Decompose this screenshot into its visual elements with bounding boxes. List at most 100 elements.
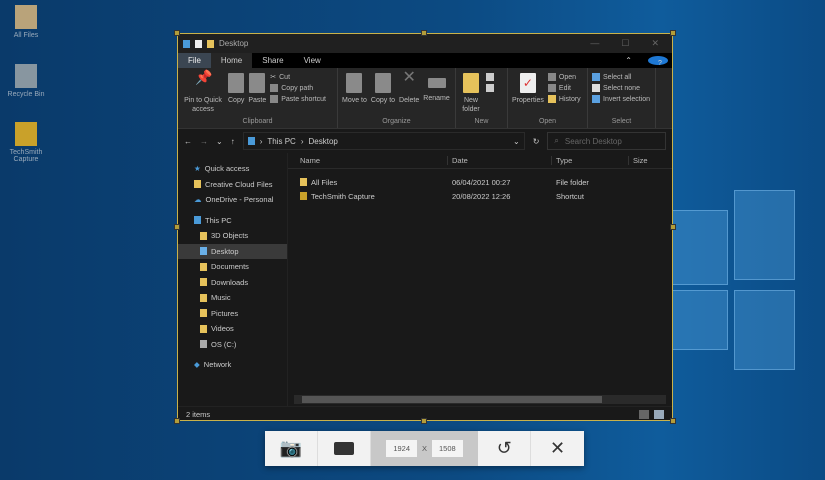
width-input[interactable]: 1924 xyxy=(386,440,417,457)
nav-creative-cloud[interactable]: Creative Cloud Files xyxy=(178,177,287,193)
nav-music[interactable]: Music xyxy=(178,290,287,306)
cancel-button[interactable]: ✕ xyxy=(531,431,584,466)
history-button[interactable]: History xyxy=(548,95,581,103)
nav-this-pc[interactable]: This PC xyxy=(178,213,287,229)
video-button[interactable] xyxy=(318,431,371,466)
open-icon xyxy=(548,73,556,81)
maximize-button[interactable]: ☐ xyxy=(621,38,629,49)
edit-icon xyxy=(548,84,556,92)
details-view-button[interactable] xyxy=(639,410,649,419)
tab-file[interactable]: File xyxy=(178,53,211,68)
techsmith-icon xyxy=(300,192,307,200)
scroll-thumb[interactable] xyxy=(302,396,602,403)
tab-home[interactable]: Home xyxy=(211,53,252,68)
paste-button[interactable]: Paste xyxy=(248,71,266,118)
horizontal-scrollbar[interactable] xyxy=(294,395,666,404)
rename-button[interactable]: Rename xyxy=(423,71,449,118)
group-label-clipboard: Clipboard xyxy=(182,118,333,128)
nav-desktop[interactable]: Desktop xyxy=(178,244,287,260)
forward-button[interactable]: → xyxy=(200,137,208,146)
folder-icon xyxy=(200,232,207,240)
copy-icon xyxy=(228,73,244,93)
nav-quick-access[interactable]: ★Quick access xyxy=(178,161,287,177)
tab-view[interactable]: View xyxy=(294,53,331,68)
copy-button[interactable]: Copy xyxy=(228,71,244,118)
nav-downloads[interactable]: Downloads xyxy=(178,275,287,291)
nav-pictures[interactable]: Pictures xyxy=(178,306,287,322)
up-button[interactable]: ↑ xyxy=(231,137,235,146)
new-folder-button[interactable]: New folder xyxy=(460,71,482,118)
folder-icon xyxy=(200,278,207,286)
breadcrumb-this-pc[interactable]: This PC xyxy=(267,137,295,146)
recycle-bin-icon xyxy=(15,64,37,88)
copy-to-button[interactable]: Copy to xyxy=(371,71,395,118)
nav-onedrive[interactable]: ☁OneDrive - Personal xyxy=(178,192,287,208)
delete-button[interactable]: ✕Delete xyxy=(399,71,419,118)
recent-dropdown[interactable]: ⌄ xyxy=(216,137,223,146)
nav-os-c[interactable]: OS (C:) xyxy=(178,337,287,353)
folder-icon xyxy=(200,263,207,271)
nav-documents[interactable]: Documents xyxy=(178,259,287,275)
techsmith-icon xyxy=(15,122,37,146)
desktop-icon-recycle-bin[interactable]: Recycle Bin xyxy=(6,64,46,98)
explorer-window: Desktop — ☐ ✕ File Home Share View ⌃? 📌Pin… xyxy=(177,33,673,421)
easy-access-icon xyxy=(486,84,494,92)
star-icon: ★ xyxy=(194,164,201,173)
nav-videos[interactable]: Videos xyxy=(178,321,287,337)
search-input[interactable]: ⌕Search Desktop xyxy=(547,132,666,150)
this-pc-icon xyxy=(248,137,255,145)
paste-shortcut-button[interactable]: Paste shortcut xyxy=(270,95,326,103)
refresh-button[interactable]: ↻ xyxy=(533,137,540,146)
file-row[interactable]: All Files06/04/2021 00:27File folder xyxy=(288,175,672,189)
pin-quick-access-button[interactable]: 📌Pin to Quick access xyxy=(182,71,224,118)
select-all-button[interactable]: Select all xyxy=(592,73,650,81)
folder-icon xyxy=(200,294,207,302)
move-to-button[interactable]: Move to xyxy=(342,71,367,118)
back-button[interactable]: ← xyxy=(184,137,192,146)
screenshot-button[interactable]: 📷 xyxy=(265,431,318,466)
address-bar[interactable]: › This PC› Desktop ⌄ xyxy=(243,132,525,150)
properties-button[interactable]: ✓Properties xyxy=(512,71,544,118)
reset-button[interactable]: ↺ xyxy=(478,431,531,466)
select-none-button[interactable]: Select none xyxy=(592,84,650,92)
group-label-new: New xyxy=(460,118,503,128)
address-dropdown-icon[interactable]: ⌄ xyxy=(513,137,520,146)
desktop-icon-techsmith[interactable]: TechSmith Capture xyxy=(6,122,46,163)
edit-button[interactable]: Edit xyxy=(548,84,581,92)
tab-share[interactable]: Share xyxy=(252,53,293,68)
height-input[interactable]: 1508 xyxy=(432,440,463,457)
open-button[interactable]: Open xyxy=(548,73,581,81)
breadcrumb-desktop[interactable]: Desktop xyxy=(309,137,338,146)
rename-icon xyxy=(428,78,446,88)
pin-icon: 📌 xyxy=(195,73,211,93)
group-label-open: Open xyxy=(512,118,583,128)
file-row[interactable]: TechSmith Capture20/08/2022 12:26Shortcu… xyxy=(288,189,672,203)
collapse-ribbon-icon[interactable]: ⌃ xyxy=(615,53,642,68)
desktop-icon-all-files[interactable]: All Files xyxy=(6,5,46,39)
explorer-icon xyxy=(183,40,190,48)
easy-access-button[interactable] xyxy=(486,84,494,92)
camera-icon: 📷 xyxy=(280,438,302,459)
close-button[interactable]: ✕ xyxy=(651,38,659,49)
folder-icon xyxy=(200,325,207,333)
nav-network[interactable]: ◆Network xyxy=(178,357,287,373)
properties-qa-icon[interactable] xyxy=(195,40,202,48)
nav-3d-objects[interactable]: 3D Objects xyxy=(178,228,287,244)
new-item-button[interactable] xyxy=(486,73,494,81)
minimize-button[interactable]: — xyxy=(590,38,599,49)
undo-icon: ↺ xyxy=(497,438,512,459)
help-icon[interactable]: ? xyxy=(648,56,668,65)
new-folder-qa-icon[interactable] xyxy=(207,40,214,48)
pc-icon xyxy=(194,216,201,224)
large-icons-view-button[interactable] xyxy=(654,410,664,419)
close-icon: ✕ xyxy=(550,438,565,459)
invert-selection-button[interactable]: Invert selection xyxy=(592,95,650,103)
column-date[interactable]: Date xyxy=(448,156,552,165)
copy-path-button[interactable]: Copy path xyxy=(270,84,326,92)
column-name[interactable]: Name xyxy=(288,156,448,165)
item-count: 2 items xyxy=(186,410,210,419)
select-none-icon xyxy=(592,84,600,92)
cut-button[interactable]: ✂Cut xyxy=(270,73,326,81)
column-type[interactable]: Type xyxy=(552,156,629,165)
column-size[interactable]: Size xyxy=(629,156,648,165)
